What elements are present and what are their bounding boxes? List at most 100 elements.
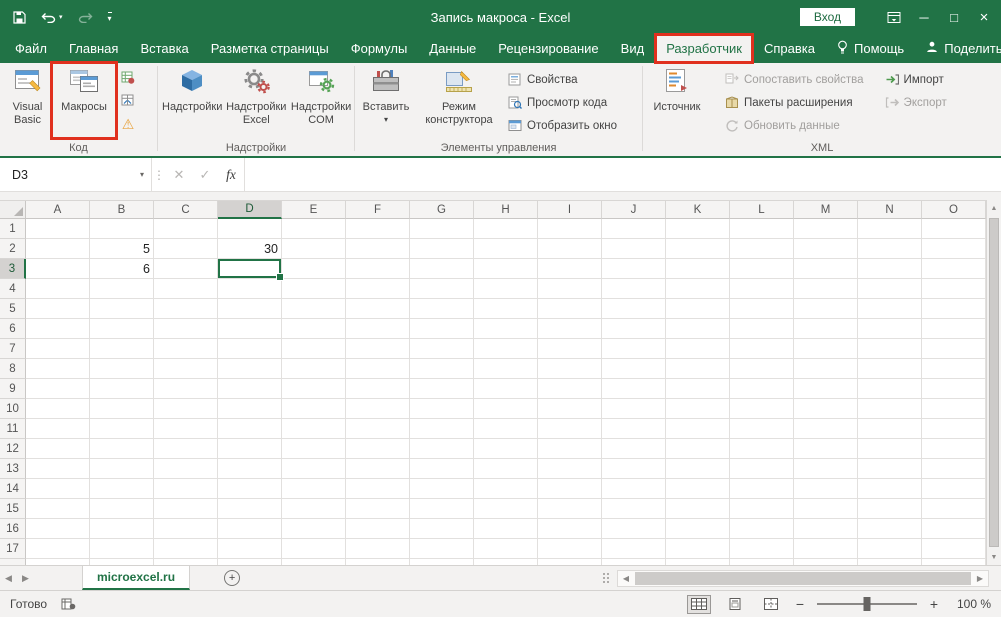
vertical-scroll-thumb[interactable] xyxy=(989,218,999,547)
row-header-15[interactable]: 15 xyxy=(0,499,26,519)
row-header-9[interactable]: 9 xyxy=(0,379,26,399)
cell-H11[interactable] xyxy=(474,419,538,439)
row-header-17[interactable]: 17 xyxy=(0,539,26,559)
cell-L5[interactable] xyxy=(730,299,794,319)
cell-L16[interactable] xyxy=(730,519,794,539)
cancel-entry-button[interactable]: ✕ xyxy=(166,158,192,191)
cell-O10[interactable] xyxy=(922,399,986,419)
cell-J4[interactable] xyxy=(602,279,666,299)
cell-H9[interactable] xyxy=(474,379,538,399)
cell-B13[interactable] xyxy=(90,459,154,479)
tab-splitter-handle[interactable] xyxy=(602,571,611,585)
cell-J3[interactable] xyxy=(602,259,666,279)
cell-N7[interactable] xyxy=(858,339,922,359)
maximize-button[interactable]: □ xyxy=(939,0,969,34)
cell-M1[interactable] xyxy=(794,219,858,239)
cell-G9[interactable] xyxy=(410,379,474,399)
cell-H15[interactable] xyxy=(474,499,538,519)
tab-data[interactable]: Данные xyxy=(418,34,487,63)
cell-B16[interactable] xyxy=(90,519,154,539)
cell-I5[interactable] xyxy=(538,299,602,319)
cell-I14[interactable] xyxy=(538,479,602,499)
cell-I1[interactable] xyxy=(538,219,602,239)
cell-C1[interactable] xyxy=(154,219,218,239)
horizontal-scrollbar[interactable]: ◀ ▶ xyxy=(617,569,989,587)
cell-L12[interactable] xyxy=(730,439,794,459)
cell-A6[interactable] xyxy=(26,319,90,339)
cell-M4[interactable] xyxy=(794,279,858,299)
normal-view-button[interactable] xyxy=(687,594,711,614)
cell-A5[interactable] xyxy=(26,299,90,319)
cell-G4[interactable] xyxy=(410,279,474,299)
macro-record-indicator[interactable] xyxy=(61,598,76,610)
cell-G17[interactable] xyxy=(410,539,474,559)
new-sheet-button[interactable]: + xyxy=(224,570,241,586)
cell-H14[interactable] xyxy=(474,479,538,499)
refresh-data-button[interactable]: Обновить данные xyxy=(722,115,867,136)
import-button[interactable]: Импорт xyxy=(882,69,950,90)
cell-G15[interactable] xyxy=(410,499,474,519)
cell-G12[interactable] xyxy=(410,439,474,459)
cell-H16[interactable] xyxy=(474,519,538,539)
cell-A3[interactable] xyxy=(26,259,90,279)
cell-D9[interactable] xyxy=(218,379,282,399)
cell-N4[interactable] xyxy=(858,279,922,299)
scroll-up-button[interactable]: ▲ xyxy=(991,200,998,216)
share-button[interactable]: Поделиться xyxy=(915,34,1001,63)
cell-B14[interactable] xyxy=(90,479,154,499)
name-box-dropdown-icon[interactable]: ▾ xyxy=(140,170,144,179)
com-addins-button[interactable]: Надстройки COM xyxy=(290,65,352,136)
cell-N15[interactable] xyxy=(858,499,922,519)
zoom-slider-handle[interactable] xyxy=(863,597,871,611)
cell-M11[interactable] xyxy=(794,419,858,439)
cell-M17[interactable] xyxy=(794,539,858,559)
col-header-L[interactable]: L xyxy=(730,201,794,219)
cell-B11[interactable] xyxy=(90,419,154,439)
cell-I11[interactable] xyxy=(538,419,602,439)
save-button[interactable] xyxy=(13,10,26,24)
cell-D2[interactable]: 30 xyxy=(218,239,282,259)
cell-J5[interactable] xyxy=(602,299,666,319)
cell-F9[interactable] xyxy=(346,379,410,399)
cell-D10[interactable] xyxy=(218,399,282,419)
cell-E9[interactable] xyxy=(282,379,346,399)
cell-J14[interactable] xyxy=(602,479,666,499)
sheet-tab-microexcel[interactable]: microexcel.ru xyxy=(82,566,191,590)
cell-A13[interactable] xyxy=(26,459,90,479)
cell-B10[interactable] xyxy=(90,399,154,419)
cell-E13[interactable] xyxy=(282,459,346,479)
cell-A9[interactable] xyxy=(26,379,90,399)
cell-N2[interactable] xyxy=(858,239,922,259)
col-header-I[interactable]: I xyxy=(538,201,602,219)
cell-M10[interactable] xyxy=(794,399,858,419)
run-dialog-button[interactable]: Отобразить окно xyxy=(505,115,620,136)
customize-qat-button[interactable]: ▾ xyxy=(107,11,112,23)
cell-K5[interactable] xyxy=(666,299,730,319)
cell-O13[interactable] xyxy=(922,459,986,479)
cell-G3[interactable] xyxy=(410,259,474,279)
ribbon-display-options-button[interactable] xyxy=(879,0,909,34)
redo-button[interactable] xyxy=(78,12,93,23)
cell-I16[interactable] xyxy=(538,519,602,539)
cell-N9[interactable] xyxy=(858,379,922,399)
close-button[interactable]: × xyxy=(969,0,999,34)
undo-button[interactable]: ▾ xyxy=(41,12,63,23)
cell-C17[interactable] xyxy=(154,539,218,559)
cell-A11[interactable] xyxy=(26,419,90,439)
cell-M7[interactable] xyxy=(794,339,858,359)
row-header-13[interactable]: 13 xyxy=(0,459,26,479)
zoom-out-button[interactable]: − xyxy=(795,596,805,612)
cell-F14[interactable] xyxy=(346,479,410,499)
cell-H6[interactable] xyxy=(474,319,538,339)
cell-J6[interactable] xyxy=(602,319,666,339)
cell-D6[interactable] xyxy=(218,319,282,339)
row-header-16[interactable]: 16 xyxy=(0,519,26,539)
macro-security-button[interactable]: ⚠ xyxy=(117,113,139,134)
scroll-down-button[interactable]: ▼ xyxy=(991,549,998,565)
row-header-8[interactable]: 8 xyxy=(0,359,26,379)
cell-I3[interactable] xyxy=(538,259,602,279)
cell-M12[interactable] xyxy=(794,439,858,459)
cell-C12[interactable] xyxy=(154,439,218,459)
cell-I6[interactable] xyxy=(538,319,602,339)
cell-M15[interactable] xyxy=(794,499,858,519)
